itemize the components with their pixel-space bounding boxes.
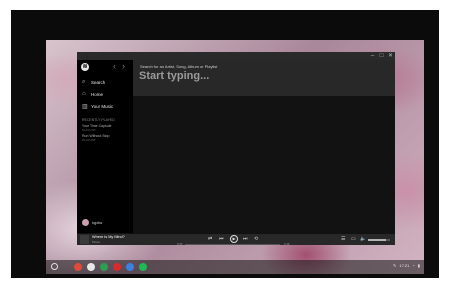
nav-label: Your Music — [91, 103, 114, 109]
minimize-button[interactable]: – — [369, 53, 376, 59]
duration-time: 3:49 — [284, 242, 290, 246]
sidebar: ≋ ‹ › ⌕ Search ⌂ Home ▥ Your Music RECEN… — [77, 60, 133, 233]
avatar — [82, 219, 89, 226]
launcher-icon[interactable] — [51, 263, 58, 270]
spotify-app-icon[interactable] — [139, 263, 147, 271]
playlist-sub: PLAYLIST — [82, 138, 96, 142]
spotify-window: – □ ✕ ≋ ‹ › ⌕ Search ⌂ Home ▥ Your Music… — [77, 52, 395, 233]
playlist-item[interactable]: Run Without Stop PLAYLIST — [82, 134, 109, 142]
main-panel: Search for an Artist, Song, Album or Pla… — [133, 60, 395, 233]
back-arrow-icon[interactable]: ‹ — [113, 61, 116, 71]
elapsed-time: 0:00 — [177, 242, 183, 246]
section-label: RECENTLY PLAYED — [82, 118, 115, 122]
player-bar: Where Is My Mind? Pixies ⇄ ⏮ ▶ ⏭ ⟲ 0:00 … — [77, 233, 395, 246]
user-profile[interactable]: kgdiw — [82, 219, 102, 226]
close-button[interactable]: ✕ — [387, 53, 394, 59]
user-name: kgdiw — [92, 220, 103, 225]
volume-fill — [368, 239, 386, 241]
nav-item-your-music[interactable]: ▥ Your Music — [82, 102, 130, 110]
shuffle-icon[interactable]: ⇄ — [208, 236, 212, 242]
next-icon[interactable]: ⏭ — [243, 236, 248, 242]
queue-icon[interactable]: ☰ — [341, 236, 345, 242]
forward-arrow-icon[interactable]: › — [122, 61, 125, 71]
video-frame: – □ ✕ ≋ ‹ › ⌕ Search ⌂ Home ▥ Your Music… — [11, 10, 439, 278]
maximize-button[interactable]: □ — [378, 53, 385, 59]
spotify-logo-icon: ≋ — [81, 63, 89, 71]
volume-icon[interactable]: 🔈 — [360, 236, 366, 242]
nav-item-home[interactable]: ⌂ Home — [82, 90, 130, 98]
play-button[interactable]: ▶ — [230, 235, 238, 243]
progress-bar[interactable] — [185, 244, 280, 245]
nav-label: Home — [91, 91, 104, 97]
status-tray[interactable]: ✎ 17:21 ◔ ▮ — [393, 263, 420, 268]
search-header: Search for an Artist, Song, Album or Pla… — [133, 60, 395, 96]
nav-label: Search — [91, 79, 106, 85]
chromeos-desktop: – □ ✕ ≋ ‹ › ⌕ Search ⌂ Home ▥ Your Music… — [46, 40, 424, 274]
youtube-app-icon[interactable] — [113, 263, 121, 271]
home-icon: ⌂ — [82, 91, 86, 97]
track-title[interactable]: Where Is My Mind? — [92, 235, 125, 239]
stylus-icon[interactable]: ✎ — [393, 263, 396, 268]
library-icon: ▥ — [82, 103, 88, 110]
volume-slider[interactable] — [368, 239, 390, 241]
clock: 17:21 — [399, 263, 410, 268]
chrome-app-icon[interactable] — [74, 263, 82, 271]
drive-app-icon[interactable] — [100, 263, 108, 271]
battery-icon: ▮ — [417, 263, 420, 268]
repeat-icon[interactable]: ⟲ — [254, 236, 258, 242]
track-artist[interactable]: Pixies — [92, 240, 100, 244]
files-app-icon[interactable] — [126, 263, 134, 271]
nav-item-search[interactable]: ⌕ Search — [82, 78, 130, 86]
wifi-icon: ◔ — [412, 263, 415, 268]
title-bar[interactable]: – □ ✕ — [77, 52, 395, 60]
album-art[interactable] — [80, 235, 89, 244]
search-input[interactable] — [139, 69, 379, 83]
chromeos-shelf: ✎ 17:21 ◔ ▮ — [46, 260, 424, 274]
search-icon: ⌕ — [82, 78, 86, 85]
playlist-sub: PLAYLIST — [82, 128, 96, 132]
devices-icon[interactable]: ▭ — [351, 236, 356, 242]
previous-icon[interactable]: ⏮ — [219, 236, 224, 242]
playlist-item[interactable]: Your Time Capsule PLAYLIST — [82, 124, 111, 132]
gmail-app-icon[interactable] — [87, 263, 95, 271]
